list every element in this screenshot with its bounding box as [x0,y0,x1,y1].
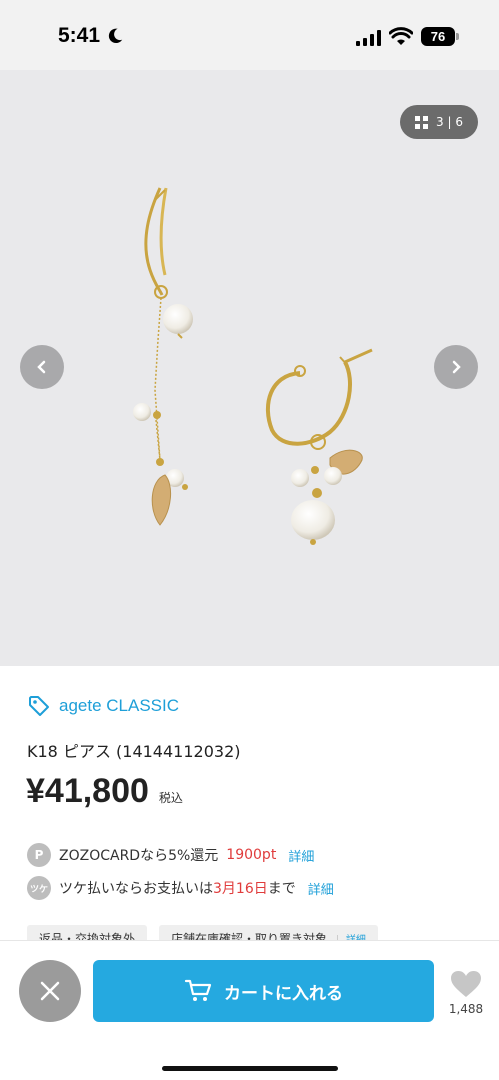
product-title: K18 ピアス (14144112032) [27,742,241,761]
add-to-cart-button[interactable]: カートに入れる [93,960,434,1022]
tsuke-date: 3月16日 [213,881,268,897]
bottom-action-bar: カートに入れる 1,488 [0,940,499,1080]
moon-icon [108,28,123,44]
price: ¥41,800 [26,772,149,810]
brand-link[interactable]: agete CLASSIC [27,694,179,718]
product-image [133,187,373,545]
chevron-left-icon [37,360,46,374]
signal-icon [356,30,381,46]
chevron-right-icon [452,360,461,374]
close-icon [40,981,60,1001]
battery-cap [456,33,459,40]
tsuke-payment-row: ツケ ツケ払いならお支払いは 3月16日 まで 詳細 [27,876,334,900]
tsuke-suffix: まで [267,881,296,897]
grid-icon [415,115,429,129]
product-image-gallery[interactable]: 3 | 6 [0,70,499,666]
zozocard-points: 1900pt [226,847,277,863]
favorite-button[interactable]: 1,488 [445,970,487,1016]
zozocard-point-row: P ZOZOCARDなら5%還元 1900pt 詳細 [27,843,314,867]
tax-label: 税込 [158,791,183,805]
tag-icon [29,696,49,716]
close-button[interactable] [19,960,81,1022]
next-image-button[interactable] [434,345,478,389]
zozocard-details-link[interactable]: 詳細 [288,846,314,865]
battery-level: 76 [430,29,446,44]
battery-indicator: 76 [421,27,455,46]
point-icon: P [27,843,51,867]
cart-icon [184,979,212,1001]
tsuke-details-link[interactable]: 詳細 [308,879,334,898]
tsuke-text: ツケ払いならお支払いは [59,881,213,897]
favorite-count: 1,488 [448,1002,484,1016]
status-time: 5:41 [58,24,101,47]
price-row: ¥41,800 税込 [26,772,183,811]
home-indicator[interactable] [162,1066,338,1071]
brand-name: agete CLASSIC [59,696,180,715]
zozocard-text: ZOZOCARDなら5%還元 [59,848,219,864]
tsuke-icon: ツケ [27,876,51,900]
image-counter-text: 3 | 6 [436,115,463,129]
heart-icon [451,971,481,997]
previous-image-button[interactable] [20,345,64,389]
image-counter[interactable]: 3 | 6 [400,105,478,139]
add-to-cart-label: カートに入れる [224,983,343,1004]
wifi-icon [389,27,413,45]
status-bar: 5:41 76 [0,0,499,70]
